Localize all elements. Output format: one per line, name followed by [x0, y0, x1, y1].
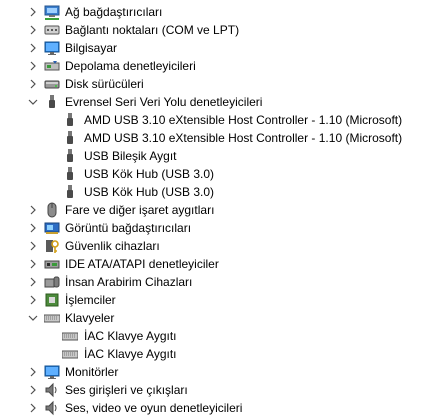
tree-child-item[interactable]: USB Kök Hub (USB 3.0) — [0, 165, 444, 183]
chevron-right-icon[interactable] — [25, 238, 41, 254]
usb-device-icon — [62, 130, 78, 146]
chevron-right-icon[interactable] — [25, 364, 41, 380]
tree-item-security-devices[interactable]: Güvenlik cihazları — [0, 237, 444, 255]
speaker-icon — [44, 382, 60, 398]
tree-item-mice[interactable]: Fare ve diğer işaret aygıtları — [0, 201, 444, 219]
tree-item-label: İşlemciler — [65, 293, 116, 307]
ide-controller-icon — [44, 256, 60, 272]
usb-device-icon — [62, 166, 78, 182]
keyboard-icon — [62, 346, 78, 362]
tree-item-audio-io[interactable]: Ses girişleri ve çıkışları — [0, 381, 444, 399]
usb-icon — [44, 94, 60, 110]
tree-item-label: Bağlantı noktaları (COM ve LPT) — [65, 23, 240, 37]
tree-item-ports[interactable]: Bağlantı noktaları (COM ve LPT) — [0, 21, 444, 39]
tree-child-item[interactable]: AMD USB 3.10 eXtensible Host Controller … — [0, 111, 444, 129]
port-icon — [44, 22, 60, 38]
tree-item-hid[interactable]: İnsan Arabirim Cihazları — [0, 273, 444, 291]
processor-icon — [44, 292, 60, 308]
disk-drive-icon — [44, 76, 60, 92]
usb-device-icon — [62, 148, 78, 164]
tree-item-label: Depolama denetleyicileri — [65, 59, 196, 73]
chevron-right-icon[interactable] — [25, 220, 41, 236]
tree-item-label: AMD USB 3.10 eXtensible Host Controller … — [84, 113, 403, 127]
tree-item-label: Görüntü bağdaştırıcıları — [65, 221, 192, 235]
chevron-right-icon[interactable] — [25, 22, 41, 38]
chevron-right-icon[interactable] — [25, 58, 41, 74]
tree-item-label: USB Kök Hub (USB 3.0) — [84, 185, 215, 199]
tree-item-label: IDE ATA/ATAPI denetleyiciler — [65, 257, 219, 271]
tree-item-storage-controllers[interactable]: Depolama denetleyicileri — [0, 57, 444, 75]
tree-child-item[interactable]: İAC Klavye Aygıtı — [0, 327, 444, 345]
tree-item-label: AMD USB 3.10 eXtensible Host Controller … — [84, 131, 403, 145]
tree-item-label: Evrensel Seri Veri Yolu denetleyicileri — [65, 95, 263, 109]
tree-child-item[interactable]: USB Kök Hub (USB 3.0) — [0, 183, 444, 201]
chevron-right-icon[interactable] — [25, 400, 41, 416]
chevron-down-icon[interactable] — [25, 310, 41, 326]
tree-item-label: Klavyeler — [65, 311, 115, 325]
tree-item-ide-controllers[interactable]: IDE ATA/ATAPI denetleyiciler — [0, 255, 444, 273]
network-adapter-icon — [44, 4, 60, 20]
storage-controller-icon — [44, 58, 60, 74]
mouse-icon — [44, 202, 60, 218]
tree-item-label: İnsan Arabirim Cihazları — [65, 275, 193, 289]
chevron-down-icon[interactable] — [25, 94, 41, 110]
security-device-icon — [44, 238, 60, 254]
usb-device-icon — [62, 184, 78, 200]
tree-item-label: İAC Klavye Aygıtı — [84, 347, 177, 361]
tree-child-item[interactable]: AMD USB 3.10 eXtensible Host Controller … — [0, 129, 444, 147]
tree-item-label: Güvenlik cihazları — [65, 239, 160, 253]
tree-item-network-adapters[interactable]: Ağ bağdaştırıcıları — [0, 3, 444, 21]
keyboard-icon — [62, 328, 78, 344]
display-adapter-icon — [44, 220, 60, 236]
tree-item-label: Ses girişleri ve çıkışları — [65, 383, 188, 397]
tree-item-display-adapters[interactable]: Görüntü bağdaştırıcıları — [0, 219, 444, 237]
sound-icon — [44, 400, 60, 416]
chevron-right-icon[interactable] — [25, 256, 41, 272]
tree-item-label: Monitörler — [65, 365, 119, 379]
tree-item-processors[interactable]: İşlemciler — [0, 291, 444, 309]
keyboard-icon — [44, 310, 60, 326]
tree-item-usb-controllers[interactable]: Evrensel Seri Veri Yolu denetleyicileri — [0, 93, 444, 111]
tree-item-label: Bilgisayar — [65, 41, 118, 55]
computer-icon — [44, 40, 60, 56]
tree-item-label: USB Kök Hub (USB 3.0) — [84, 167, 215, 181]
tree-item-label: Ses, video ve oyun denetleyicileri — [65, 401, 243, 415]
tree-item-computer[interactable]: Bilgisayar — [0, 39, 444, 57]
chevron-right-icon[interactable] — [25, 382, 41, 398]
tree-item-label: Ağ bağdaştırıcıları — [65, 5, 163, 19]
chevron-right-icon[interactable] — [25, 40, 41, 56]
tree-item-label: Disk sürücüleri — [65, 77, 144, 91]
chevron-right-icon[interactable] — [25, 292, 41, 308]
tree-item-sound-video-game[interactable]: Ses, video ve oyun denetleyicileri — [0, 399, 444, 417]
tree-item-disk-drives[interactable]: Disk sürücüleri — [0, 75, 444, 93]
usb-device-icon — [62, 112, 78, 128]
tree-child-item[interactable]: USB Bileşik Aygıt — [0, 147, 444, 165]
tree-item-monitors[interactable]: Monitörler — [0, 363, 444, 381]
device-tree: Ağ bağdaştırıcıları Bağlantı noktaları (… — [0, 0, 444, 420]
tree-child-item[interactable]: İAC Klavye Aygıtı — [0, 345, 444, 363]
chevron-right-icon[interactable] — [25, 274, 41, 290]
chevron-right-icon[interactable] — [25, 4, 41, 20]
tree-item-label: İAC Klavye Aygıtı — [84, 329, 177, 343]
tree-item-label: Fare ve diğer işaret aygıtları — [65, 203, 215, 217]
tree-item-keyboards[interactable]: Klavyeler — [0, 309, 444, 327]
hid-icon — [44, 274, 60, 290]
chevron-right-icon[interactable] — [25, 202, 41, 218]
tree-item-label: USB Bileşik Aygıt — [84, 149, 177, 163]
monitor-icon — [44, 364, 60, 380]
chevron-right-icon[interactable] — [25, 76, 41, 92]
